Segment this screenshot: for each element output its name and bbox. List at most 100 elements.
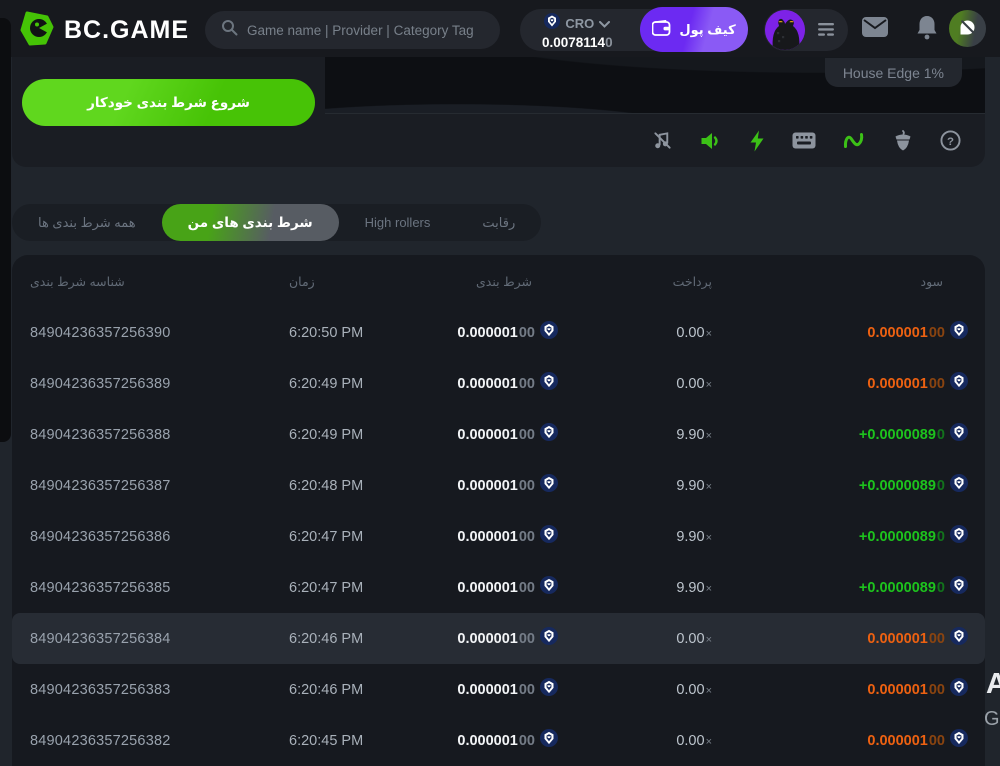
hotkeys-icon[interactable] — [792, 132, 816, 149]
bet-profit: 0.00000100 — [712, 321, 985, 344]
bet-id: 84904236357256388 — [12, 427, 265, 443]
sound-icon[interactable] — [700, 131, 722, 151]
cro-coin-icon — [950, 627, 968, 650]
bet-payout: 0.00× — [558, 630, 712, 648]
bet-time: 6:20:48 PM — [265, 478, 445, 494]
bet-time: 6:20:47 PM — [265, 580, 445, 596]
cro-coin-icon — [540, 474, 558, 497]
bet-id: 84904236357256385 — [12, 580, 265, 596]
chevron-down-icon — [599, 15, 610, 33]
tab-race[interactable]: رقابت — [456, 204, 541, 241]
tab-high-rollers[interactable]: High rollers — [339, 204, 457, 241]
balance-value-dim: 0 — [605, 35, 613, 50]
table-row[interactable]: 84904236357256385 6:20:47 PM 0.00000100 … — [12, 562, 985, 613]
chat-button[interactable] — [949, 10, 986, 47]
clipped-text-g: G — [984, 708, 1000, 731]
bets-tabs: همه شرط بندی ها شرط بندی های من High rol… — [12, 204, 541, 241]
wallet-label: کیف پول — [679, 22, 735, 38]
tab-my-bets[interactable]: شرط بندی های من — [162, 204, 339, 241]
turbo-icon[interactable] — [749, 130, 765, 152]
bcgame-logo[interactable]: BC.GAME — [20, 10, 189, 51]
menu-icon[interactable] — [817, 22, 835, 42]
game-search[interactable] — [205, 11, 500, 49]
seed-icon[interactable] — [893, 130, 913, 152]
currency-code: CRO — [565, 16, 594, 31]
bet-time: 6:20:50 PM — [265, 325, 445, 341]
bet-payout: 0.00× — [558, 681, 712, 699]
house-edge-badge: House Edge 1% — [825, 58, 962, 87]
bet-time: 6:20:49 PM — [265, 376, 445, 392]
left-sidebar-edge — [0, 18, 11, 442]
bet-payout: 9.90× — [558, 426, 712, 444]
table-body: 84904236357256390 6:20:50 PM 0.00000100 … — [12, 307, 985, 766]
cro-coin-icon — [540, 729, 558, 752]
col-bet: شرط بندی — [445, 274, 558, 289]
wallet-button[interactable]: کیف پول — [640, 7, 748, 52]
bet-payout: 0.00× — [558, 732, 712, 750]
bet-id: 84904236357256389 — [12, 376, 265, 392]
cro-coin-icon — [950, 525, 968, 548]
bet-time: 6:20:45 PM — [265, 733, 445, 749]
music-off-icon[interactable] — [652, 130, 673, 151]
table-row[interactable]: 84904236357256388 6:20:49 PM 0.00000100 … — [12, 409, 985, 460]
col-time: زمان — [265, 274, 445, 289]
bet-payout: 9.90× — [558, 528, 712, 546]
table-row[interactable]: 84904236357256387 6:20:48 PM 0.00000100 … — [12, 460, 985, 511]
col-profit: سود — [712, 274, 985, 289]
table-row[interactable]: 84904236357256390 6:20:50 PM 0.00000100 … — [12, 307, 985, 358]
bet-profit: +0.00000890 — [712, 525, 985, 548]
start-autobet-button[interactable]: شروع شرط بندی خودکار — [22, 79, 315, 126]
table-row[interactable]: 84904236357256382 6:20:45 PM 0.00000100 … — [12, 715, 985, 766]
search-icon — [221, 19, 238, 41]
bet-amount: 0.00000100 — [445, 321, 558, 344]
tab-all-bets[interactable]: همه شرط بندی ها — [12, 204, 162, 241]
bet-time: 6:20:46 PM — [265, 682, 445, 698]
cro-coin-icon — [540, 678, 558, 701]
bet-amount: 0.00000100 — [445, 576, 558, 599]
cro-coin-icon — [950, 474, 968, 497]
bell-icon[interactable] — [916, 15, 938, 45]
game-area: House Edge 1% — [325, 57, 985, 167]
cro-coin-icon — [950, 729, 968, 752]
bet-profit: +0.00000890 — [712, 474, 985, 497]
table-row[interactable]: 84904236357256389 6:20:49 PM 0.00000100 … — [12, 358, 985, 409]
avatar[interactable] — [765, 10, 805, 50]
game-toolbar: ? — [325, 113, 985, 167]
cro-coin-icon — [950, 423, 968, 446]
bet-time: 6:20:47 PM — [265, 529, 445, 545]
bet-time: 6:20:49 PM — [265, 427, 445, 443]
bet-amount: 0.00000100 — [445, 423, 558, 446]
bet-id: 84904236357256382 — [12, 733, 265, 749]
table-row[interactable]: 84904236357256386 6:20:47 PM 0.00000100 … — [12, 511, 985, 562]
bet-id: 84904236357256384 — [12, 631, 265, 647]
cro-coin-icon — [540, 525, 558, 548]
balance-display: CRO 0.00781140 — [542, 13, 613, 50]
bcgame-logo-icon — [20, 10, 54, 51]
bet-id: 84904236357256383 — [12, 682, 265, 698]
bet-profit: +0.00000890 — [712, 423, 985, 446]
cro-coin-icon — [544, 13, 560, 34]
table-row[interactable]: 84904236357256384 6:20:46 PM 0.00000100 … — [12, 613, 985, 664]
bet-payout: 9.90× — [558, 477, 712, 495]
cro-coin-icon — [540, 423, 558, 446]
table-row[interactable]: 84904236357256383 6:20:46 PM 0.00000100 … — [12, 664, 985, 715]
top-bar: BC.GAME CRO — [0, 0, 1000, 57]
bet-id: 84904236357256387 — [12, 478, 265, 494]
bet-profit: 0.00000100 — [712, 729, 985, 752]
profile-menu[interactable] — [764, 9, 848, 51]
search-input[interactable] — [247, 23, 484, 38]
chat-icon — [957, 17, 978, 41]
bet-time: 6:20:46 PM — [265, 631, 445, 647]
bet-payout: 0.00× — [558, 324, 712, 342]
mail-icon[interactable] — [862, 17, 888, 42]
help-icon[interactable]: ? — [940, 130, 961, 151]
bet-controls-panel: شروع شرط بندی خودکار — [12, 57, 325, 167]
page: BC.GAME CRO — [0, 0, 1000, 766]
clipped-text-a: A — [986, 668, 1000, 701]
live-stats-icon[interactable] — [843, 131, 866, 150]
cro-coin-icon — [950, 321, 968, 344]
bet-profit: +0.00000890 — [712, 576, 985, 599]
cro-coin-icon — [540, 321, 558, 344]
balance-value: 0.0078114 — [542, 35, 605, 50]
wallet-icon — [652, 20, 671, 39]
